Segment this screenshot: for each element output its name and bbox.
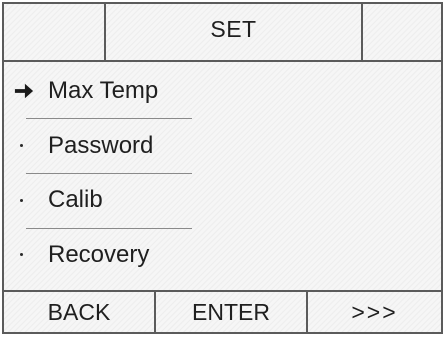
bullet-dot-icon — [4, 144, 34, 148]
softkey-bar: BACK ENTER >>> — [4, 290, 441, 332]
menu-item-label: Password — [48, 131, 154, 159]
next-page-button[interactable]: >>> — [308, 292, 441, 332]
bullet-dot-icon — [4, 253, 34, 257]
menu-item-label: Calib — [48, 186, 103, 214]
menu-item-max-temp[interactable]: Max Temp — [4, 64, 441, 119]
bullet-dot-icon — [4, 198, 34, 202]
back-button[interactable]: BACK — [4, 292, 156, 332]
menu-item-label: Recovery — [48, 240, 150, 268]
page-title: SET — [104, 4, 363, 60]
enter-button[interactable]: ENTER — [156, 292, 308, 332]
right-arrow-icon — [4, 81, 34, 101]
menu-item-password[interactable]: Password — [4, 119, 441, 174]
menu-item-recovery[interactable]: Recovery — [4, 228, 441, 283]
header-bar: SET — [4, 4, 441, 62]
settings-menu: Max Temp Password Calib Recovery — [4, 64, 441, 282]
lcd-screen: SET Max Temp Password Calib Recovery BAC… — [2, 2, 443, 334]
menu-item-calib[interactable]: Calib — [4, 173, 441, 228]
menu-item-label: Max Temp — [48, 77, 159, 105]
